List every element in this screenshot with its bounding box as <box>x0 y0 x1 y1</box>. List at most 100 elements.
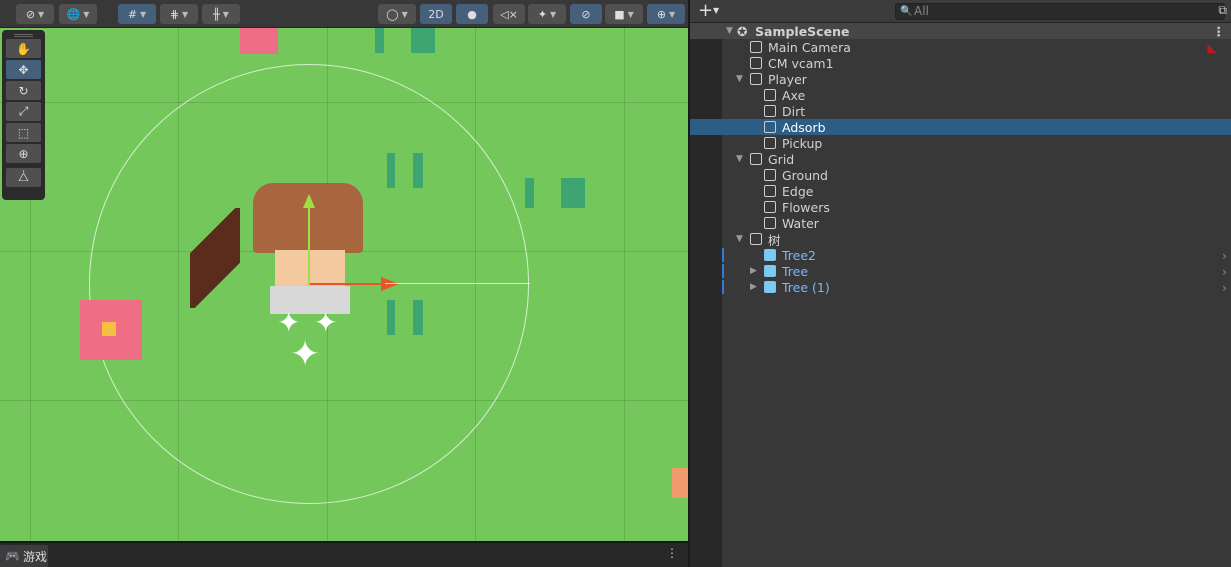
chevron-right-icon[interactable]: › <box>1222 264 1227 279</box>
draw-mode-icon: ⊘ <box>25 7 36 21</box>
gameobject-cube-icon <box>764 89 776 101</box>
item-label: Tree2 <box>782 247 816 263</box>
hand-icon: ✋ <box>16 41 31 56</box>
rotate-icon: ↻ <box>18 83 29 98</box>
effects-dropdown[interactable]: ✦ ▼ <box>528 4 566 24</box>
gameobject-cube-icon <box>750 41 762 53</box>
global-local-dropdown[interactable]: 🌐 ▼ <box>59 4 97 24</box>
grid-snap-toggle[interactable]: # ▼ <box>118 4 156 24</box>
hierarchy-item[interactable]: Flowers <box>690 199 1231 215</box>
hierarchy-item[interactable]: Axe <box>690 87 1231 103</box>
lightbulb-icon: ● <box>467 7 477 21</box>
chevron-right-icon[interactable]: › <box>1222 280 1227 295</box>
camera-gizmo-icon: ◣ <box>1207 39 1217 55</box>
magnet-icon: ⋕ <box>169 7 180 21</box>
game-panel-tabbar: 🎮 游戏 ⋮ <box>0 541 688 567</box>
gameobject-cube-icon <box>764 105 776 117</box>
eye-hidden-icon: ⊘ <box>581 7 591 21</box>
hierarchy-item[interactable]: Ground <box>690 167 1231 183</box>
transform-tool[interactable]: ⊕ <box>6 144 41 163</box>
gizmo-icon: ⊕ <box>656 7 667 21</box>
pickup-star-icon: ✦ <box>290 334 321 375</box>
lighting-toggle[interactable]: ● <box>456 4 488 24</box>
2d-toggle[interactable]: 2D <box>420 4 452 24</box>
grid-visibility-dropdown[interactable]: ╫ ▼ <box>202 4 240 24</box>
grid-icon: # <box>127 7 138 21</box>
hierarchy-item[interactable]: ▶ Tree (1) › <box>690 279 1231 295</box>
hierarchy-item[interactable]: Dirt <box>690 103 1231 119</box>
collapse-arrow-icon[interactable]: ▶ <box>750 266 757 276</box>
camera-dropdown[interactable]: ■ ▼ <box>605 4 643 24</box>
grass-tuft <box>387 153 395 188</box>
hierarchy-item[interactable]: CM vcam1 <box>690 55 1231 71</box>
gameobject-cube-icon <box>750 57 762 69</box>
rect-tool[interactable]: ⬚ <box>6 123 41 142</box>
hierarchy-item[interactable]: ▼ Grid <box>690 151 1231 167</box>
prefab-cube-icon <box>764 265 776 277</box>
custom-tool-icon: ⧊ <box>18 170 29 184</box>
gameobject-cube-icon <box>750 233 762 245</box>
rotate-tool[interactable]: ↻ <box>6 81 41 100</box>
gameobject-cube-icon <box>764 217 776 229</box>
move-gizmo-x[interactable] <box>310 283 385 285</box>
scene-view: ⊘ ▼ 🌐 ▼ # ▼ ⋕ ▼ ╫ ▼ ◯ ▼ 2D ● ◁× ✦ ▼ ⊘ ■ ▼ ⊕ ▼ <box>0 0 688 567</box>
flower <box>672 468 688 498</box>
hierarchy-item[interactable]: ▶ Tree › <box>690 263 1231 279</box>
transform-icon: ⊕ <box>18 146 29 161</box>
more-menu-icon[interactable]: ⋮ <box>666 546 678 560</box>
expand-arrow-icon[interactable]: ▼ <box>736 154 743 164</box>
move-icon: ✥ <box>18 62 29 77</box>
scale-tool[interactable]: ⤢ <box>6 102 41 121</box>
scene-visibility-toggle[interactable]: ⊘ <box>570 4 602 24</box>
chevron-right-icon[interactable]: › <box>1222 248 1227 263</box>
hierarchy-item[interactable]: Adsorb <box>690 119 1231 135</box>
tool-palette: ✋ ✥ ↻ ⤢ ⬚ ⊕ ⧊ <box>2 30 45 200</box>
gameobject-cube-icon <box>764 201 776 213</box>
draw-mode-dropdown[interactable]: ⊘ ▼ <box>16 4 54 24</box>
add-button[interactable]: + <box>698 0 713 21</box>
grass-tuft <box>413 153 423 188</box>
scale-icon: ⤢ <box>18 104 29 118</box>
audio-mute-icon: ◁× <box>500 7 518 21</box>
y-arrow-icon[interactable] <box>303 194 315 208</box>
item-label: Pickup <box>782 135 823 151</box>
hierarchy-item[interactable]: ▼ 树 <box>690 231 1231 248</box>
hierarchy-item[interactable]: Tree2 › <box>690 247 1231 263</box>
hierarchy-panel: + ▼ 🔍 All ⧉ ▼ ✪ SampleScene ⋮ Main Camera… <box>690 0 1231 567</box>
custom-tool[interactable]: ⧊ <box>6 168 41 187</box>
axe-sprite <box>190 208 240 308</box>
rect-icon: ⬚ <box>17 125 30 140</box>
flower <box>80 300 142 360</box>
scene-menu-icon[interactable]: ⋮ <box>1213 24 1226 39</box>
item-label: Water <box>782 215 819 231</box>
scene-row[interactable]: ▼ ✪ SampleScene ⋮ <box>690 23 1231 39</box>
effects-icon: ✦ <box>537 7 548 21</box>
flower <box>240 28 278 54</box>
move-tool[interactable]: ✥ <box>6 60 41 79</box>
snap-increment-dropdown[interactable]: ⋕ ▼ <box>160 4 198 24</box>
prefab-cube-icon <box>764 249 776 261</box>
maximize-icon[interactable]: ⧉ <box>1218 3 1227 18</box>
item-label: Axe <box>782 87 806 103</box>
move-gizmo-y[interactable] <box>308 198 310 286</box>
hand-tool[interactable]: ✋ <box>6 39 41 58</box>
item-label: Grid <box>768 151 795 167</box>
expand-arrow-icon[interactable]: ▼ <box>736 234 743 244</box>
hierarchy-item[interactable]: Edge <box>690 183 1231 199</box>
expand-arrow-icon[interactable]: ▼ <box>736 74 743 84</box>
shading-mode-dropdown[interactable]: ◯ ▼ <box>378 4 416 24</box>
scene-canvas[interactable]: ✦ ✦ ✦ <box>0 28 688 541</box>
add-dropdown-icon[interactable]: ▼ <box>713 6 719 15</box>
hierarchy-item[interactable]: Pickup <box>690 135 1231 151</box>
gizmos-dropdown[interactable]: ⊕ ▼ <box>647 4 685 24</box>
search-input[interactable]: 🔍 All <box>895 3 1225 20</box>
x-arrow-icon[interactable] <box>381 277 399 291</box>
audio-toggle[interactable]: ◁× <box>493 4 525 24</box>
item-label: Ground <box>782 167 828 183</box>
gameobject-cube-icon <box>750 73 762 85</box>
tab-game[interactable]: 🎮 游戏 <box>0 545 48 567</box>
hierarchy-item[interactable]: Main Camera ◣ <box>690 39 1231 55</box>
hierarchy-item[interactable]: ▼ Player <box>690 71 1231 87</box>
collapse-arrow-icon[interactable]: ▶ <box>750 282 757 292</box>
item-label: 树 <box>768 232 781 248</box>
